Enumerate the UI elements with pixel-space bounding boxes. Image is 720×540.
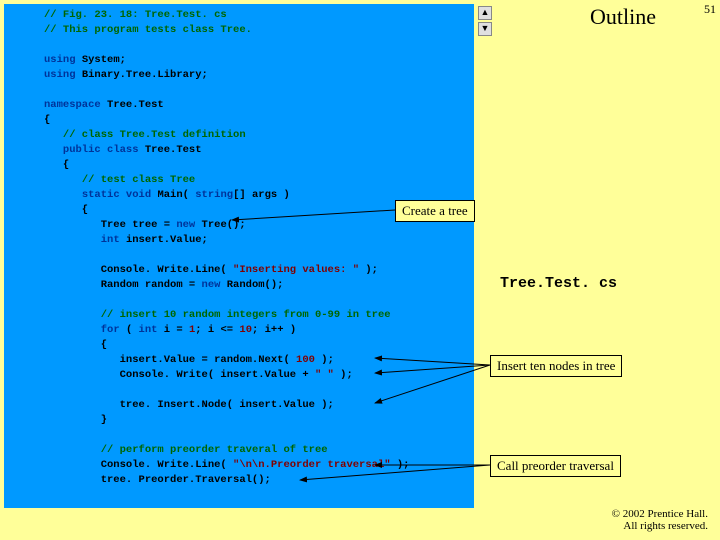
code-block: // Fig. 23. 18: Tree.Test. cs// This pro… <box>4 4 474 508</box>
code-line <box>44 488 409 503</box>
code-line: tree. Preorder.Traversal(); <box>44 473 409 488</box>
callout-insert-nodes: Insert ten nodes in tree <box>490 355 622 377</box>
code-line: using System; <box>44 53 409 68</box>
copyright: © 2002 Prentice Hall. All rights reserve… <box>612 508 708 532</box>
code-line: // class Tree.Test definition <box>44 128 409 143</box>
code-line: // perform preorder traveral of tree <box>44 443 409 458</box>
code-line: { <box>44 113 409 128</box>
outline-up-button[interactable]: ▲ <box>478 6 492 20</box>
outline-down-button[interactable]: ▼ <box>478 22 492 36</box>
code-line: // test class Tree <box>44 173 409 188</box>
code-line <box>44 383 409 398</box>
code-line: public class Tree.Test <box>44 143 409 158</box>
code-line: // Fig. 23. 18: Tree.Test. cs <box>44 8 409 23</box>
copyright-line2: All rights reserved. <box>623 520 708 532</box>
code-line: { <box>44 338 409 353</box>
code-line: // insert 10 random integers from 0-99 i… <box>44 308 409 323</box>
code-line: { <box>44 158 409 173</box>
code-line: Console. Write.Line( "Inserting values: … <box>44 263 409 278</box>
code-line: insert.Value = random.Next( 100 ); <box>44 353 409 368</box>
code-line: for ( int i = 1; i <= 10; i++ ) <box>44 323 409 338</box>
outline-title: Outline <box>590 4 656 30</box>
code-lines: // Fig. 23. 18: Tree.Test. cs// This pro… <box>44 8 409 503</box>
code-line: static void Main( string[] args ) <box>44 188 409 203</box>
code-line <box>44 293 409 308</box>
code-line: Console. Write.Line( "\n\n.Preorder trav… <box>44 458 409 473</box>
callout-create-tree: Create a tree <box>395 200 475 222</box>
copyright-line1: © 2002 Prentice Hall. <box>612 508 708 520</box>
callout-preorder: Call preorder traversal <box>490 455 621 477</box>
code-line <box>44 428 409 443</box>
code-line <box>44 38 409 53</box>
code-line: { <box>44 203 409 218</box>
code-line: } <box>44 413 409 428</box>
code-line <box>44 248 409 263</box>
code-line: // This program tests class Tree. <box>44 23 409 38</box>
code-line: tree. Insert.Node( insert.Value ); <box>44 398 409 413</box>
code-line: namespace Tree.Test <box>44 98 409 113</box>
filename-label: Tree.Test. cs <box>500 275 617 292</box>
code-line: Random random = new Random(); <box>44 278 409 293</box>
code-line: Console. Write( insert.Value + " " ); <box>44 368 409 383</box>
code-line: Tree tree = new Tree(); <box>44 218 409 233</box>
code-line: using Binary.Tree.Library; <box>44 68 409 83</box>
code-line <box>44 83 409 98</box>
code-line: int insert.Value; <box>44 233 409 248</box>
page-number: 51 <box>704 2 716 17</box>
